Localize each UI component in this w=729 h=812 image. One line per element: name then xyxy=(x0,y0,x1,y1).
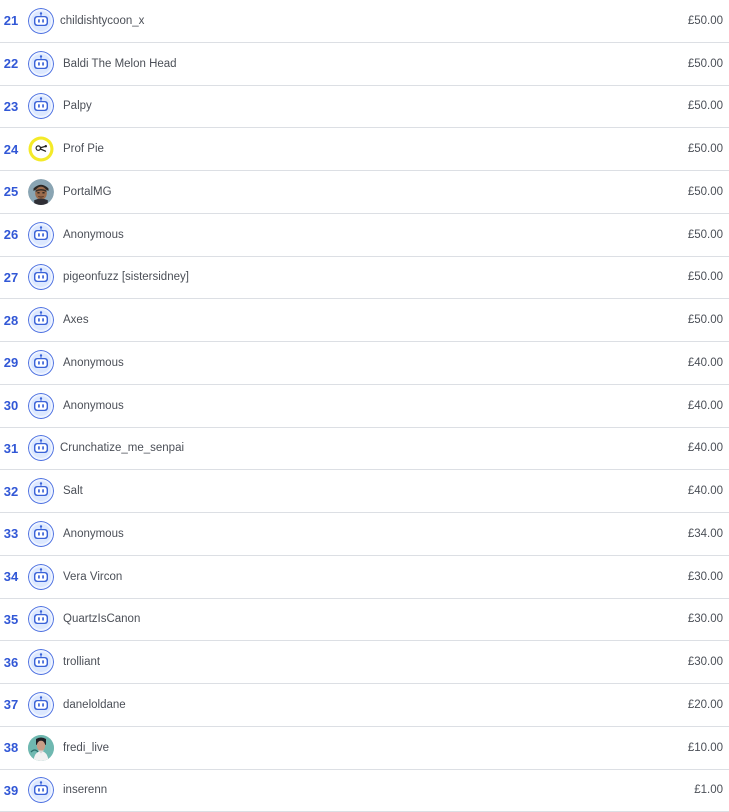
supporter-name: trolliant xyxy=(63,641,100,683)
supporter-name: Axes xyxy=(63,299,89,341)
supporter-row: 38 fredi_live £10.00 xyxy=(0,727,729,770)
supporter-row: 32 Salt £40.00 xyxy=(0,470,729,513)
supporter-rank: 37 xyxy=(0,684,22,726)
robot-avatar-icon xyxy=(28,222,54,248)
supporter-name: Anonymous xyxy=(63,385,124,427)
supporter-rank: 22 xyxy=(0,43,22,85)
donation-amount: £50.00 xyxy=(688,299,723,341)
supporter-rank: 24 xyxy=(0,128,22,170)
donation-amount: £50.00 xyxy=(688,257,723,299)
donation-amount: £50.00 xyxy=(688,128,723,170)
supporter-row: 39 inserenn £1.00 xyxy=(0,770,729,812)
supporter-rank: 35 xyxy=(0,599,22,641)
supporter-row: 22 Baldi The Melon Head £50.00 xyxy=(0,43,729,86)
donation-amount: £30.00 xyxy=(688,641,723,683)
robot-avatar-icon xyxy=(28,521,54,547)
supporter-row: 34 Vera Vircon £30.00 xyxy=(0,556,729,599)
robot-avatar-icon xyxy=(28,93,54,119)
donation-amount: £50.00 xyxy=(688,86,723,128)
supporters-list: 21 childishtycoon_x£50.0022 Baldi The Me… xyxy=(0,0,729,808)
robot-avatar-icon xyxy=(28,51,54,77)
robot-avatar-icon xyxy=(28,350,54,376)
robot-avatar-icon xyxy=(28,8,54,34)
supporter-rank: 26 xyxy=(0,214,22,256)
supporter-rank: 29 xyxy=(0,342,22,384)
donation-amount: £10.00 xyxy=(688,727,723,769)
supporter-name: Baldi The Melon Head xyxy=(63,43,177,85)
supporter-rank: 27 xyxy=(0,257,22,299)
donation-amount: £40.00 xyxy=(688,470,723,512)
supporter-row: 33 Anonymous £34.00 xyxy=(0,513,729,556)
donation-amount: £30.00 xyxy=(688,599,723,641)
supporter-name: Salt xyxy=(63,470,83,512)
supporter-row: 21 childishtycoon_x £50.00 xyxy=(0,0,729,43)
supporter-rank: 30 xyxy=(0,385,22,427)
supporter-row: 37 daneloldane £20.00 xyxy=(0,684,729,727)
supporter-row: 25 PortalMG £50.00 xyxy=(0,171,729,214)
supporter-row: 35 QuartzIsCanon £30.00 xyxy=(0,599,729,642)
supporter-row: 31 Crunchatize_me_senpai £40.00 xyxy=(0,428,729,471)
donation-amount: £50.00 xyxy=(688,43,723,85)
supporter-name: Anonymous xyxy=(63,342,124,384)
donation-amount: £50.00 xyxy=(688,0,723,42)
robot-avatar-icon xyxy=(28,606,54,632)
supporter-name: Prof Pie xyxy=(63,128,104,170)
supporter-name: childishtycoon_x xyxy=(60,0,144,42)
supporter-row: 30 Anonymous £40.00 xyxy=(0,385,729,428)
yellow-pie-avatar-icon xyxy=(28,136,54,162)
donation-amount: £30.00 xyxy=(688,556,723,598)
supporter-name: daneloldane xyxy=(63,684,126,726)
robot-avatar-icon xyxy=(28,649,54,675)
supporter-row: 24 Prof Pie £50.00 xyxy=(0,128,729,171)
donation-amount: £20.00 xyxy=(688,684,723,726)
supporter-row: 36 trolliant £30.00 xyxy=(0,641,729,684)
donation-amount: £50.00 xyxy=(688,214,723,256)
donation-amount: £40.00 xyxy=(688,342,723,384)
robot-avatar-icon xyxy=(28,478,54,504)
supporter-row: 27 pigeonfuzz [sistersidney] £50.00 xyxy=(0,257,729,300)
supporter-name: QuartzIsCanon xyxy=(63,599,140,641)
supporter-name: Crunchatize_me_senpai xyxy=(60,428,184,470)
supporter-name: Anonymous xyxy=(63,214,124,256)
supporter-row: 23 Palpy £50.00 xyxy=(0,86,729,129)
supporter-rank: 28 xyxy=(0,299,22,341)
supporter-row: 29 Anonymous £40.00 xyxy=(0,342,729,385)
supporter-name: inserenn xyxy=(63,770,107,812)
robot-avatar-icon xyxy=(28,264,54,290)
supporter-rank: 25 xyxy=(0,171,22,213)
supporter-name: PortalMG xyxy=(63,171,112,213)
supporter-rank: 21 xyxy=(0,0,22,42)
supporter-rank: 33 xyxy=(0,513,22,555)
supporter-rank: 36 xyxy=(0,641,22,683)
character-avatar-icon xyxy=(28,179,54,205)
robot-avatar-icon xyxy=(28,435,54,461)
donation-amount: £1.00 xyxy=(694,770,723,812)
supporter-rank: 23 xyxy=(0,86,22,128)
supporter-rank: 34 xyxy=(0,556,22,598)
donation-amount: £50.00 xyxy=(688,171,723,213)
supporter-row: 26 Anonymous £50.00 xyxy=(0,214,729,257)
supporter-rank: 32 xyxy=(0,470,22,512)
supporter-row: 28 Axes £50.00 xyxy=(0,299,729,342)
robot-avatar-icon xyxy=(28,692,54,718)
robot-avatar-icon xyxy=(28,307,54,333)
donation-amount: £34.00 xyxy=(688,513,723,555)
supporter-rank: 39 xyxy=(0,770,22,812)
supporter-name: Vera Vircon xyxy=(63,556,122,598)
donation-amount: £40.00 xyxy=(688,385,723,427)
supporter-rank: 31 xyxy=(0,428,22,470)
robot-avatar-icon xyxy=(28,564,54,590)
donation-amount: £40.00 xyxy=(688,428,723,470)
supporter-name: Anonymous xyxy=(63,513,124,555)
supporter-name: Palpy xyxy=(63,86,92,128)
photo-avatar-icon xyxy=(28,735,54,761)
supporter-name: pigeonfuzz [sistersidney] xyxy=(63,257,189,299)
supporter-name: fredi_live xyxy=(63,727,109,769)
robot-avatar-icon xyxy=(28,777,54,803)
robot-avatar-icon xyxy=(28,393,54,419)
supporter-rank: 38 xyxy=(0,727,22,769)
